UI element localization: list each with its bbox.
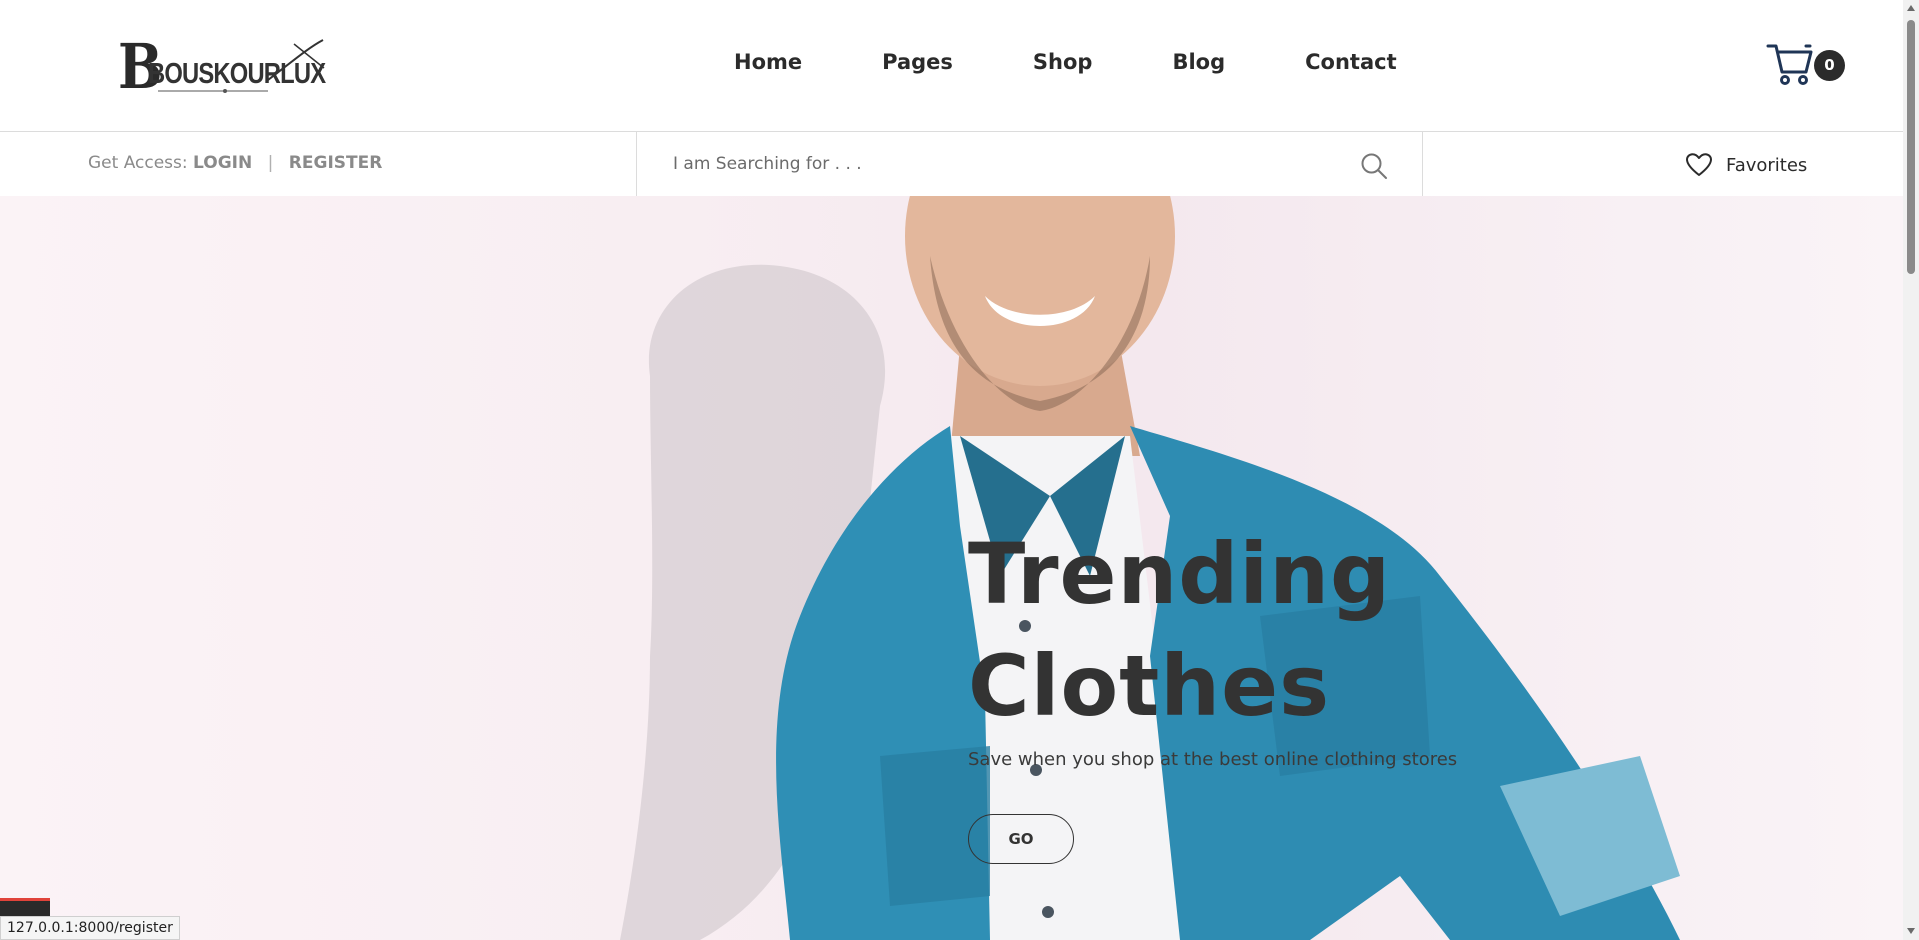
site-header: B BOUSKOURLUX Home Pages Shop Blog Conta… xyxy=(0,0,1903,132)
heart-icon xyxy=(1686,153,1712,176)
page-scrollbar[interactable] xyxy=(1903,0,1919,940)
cart-icon xyxy=(1766,44,1813,85)
nav-item-contact[interactable]: Contact xyxy=(1305,50,1397,74)
brand-logo[interactable]: B BOUSKOURLUX xyxy=(118,36,328,100)
scroll-up-icon[interactable] xyxy=(1907,5,1915,11)
login-link[interactable]: LOGIN xyxy=(193,153,252,173)
page: B BOUSKOURLUX Home Pages Shop Blog Conta… xyxy=(0,0,1919,940)
utility-bar: Get Access: LOGIN | REGISTER xyxy=(0,132,1903,196)
nav-item-home[interactable]: Home xyxy=(734,50,802,74)
status-bar-url: 127.0.0.1:8000/register xyxy=(0,916,180,940)
account-access: Get Access: LOGIN | REGISTER xyxy=(88,153,382,173)
access-separator: | xyxy=(267,153,274,173)
nav-item-blog[interactable]: Blog xyxy=(1172,50,1225,74)
scroll-thumb[interactable] xyxy=(1907,20,1915,274)
hero-title: Trending Clothes xyxy=(968,525,1392,735)
hero-model-image xyxy=(620,196,1680,940)
access-prefix: Get Access: xyxy=(88,153,188,173)
debug-toolbar-toggle[interactable] xyxy=(0,898,50,916)
hero-subtitle: Save when you shop at the best online cl… xyxy=(968,749,1458,770)
favorites-label: Favorites xyxy=(1726,154,1808,176)
favorites-link[interactable]: Favorites xyxy=(1686,150,1807,180)
search-input[interactable] xyxy=(671,148,1351,180)
logo-swoosh-icon xyxy=(158,39,325,93)
hero-go-button[interactable]: GO xyxy=(968,814,1074,864)
nav-item-pages[interactable]: Pages xyxy=(882,50,953,74)
nav-item-shop[interactable]: Shop xyxy=(1033,50,1093,74)
hero-banner: Trending Clothes Save when you shop at t… xyxy=(0,196,1903,940)
scroll-down-icon[interactable] xyxy=(1907,928,1915,934)
search-box xyxy=(636,132,1423,196)
cart-count-badge: 0 xyxy=(1814,50,1845,81)
cart-button[interactable]: 0 xyxy=(1766,42,1846,86)
main-nav: Home Pages Shop Blog Contact xyxy=(734,50,1397,74)
register-link[interactable]: REGISTER xyxy=(289,153,383,173)
search-icon[interactable] xyxy=(1360,152,1388,180)
